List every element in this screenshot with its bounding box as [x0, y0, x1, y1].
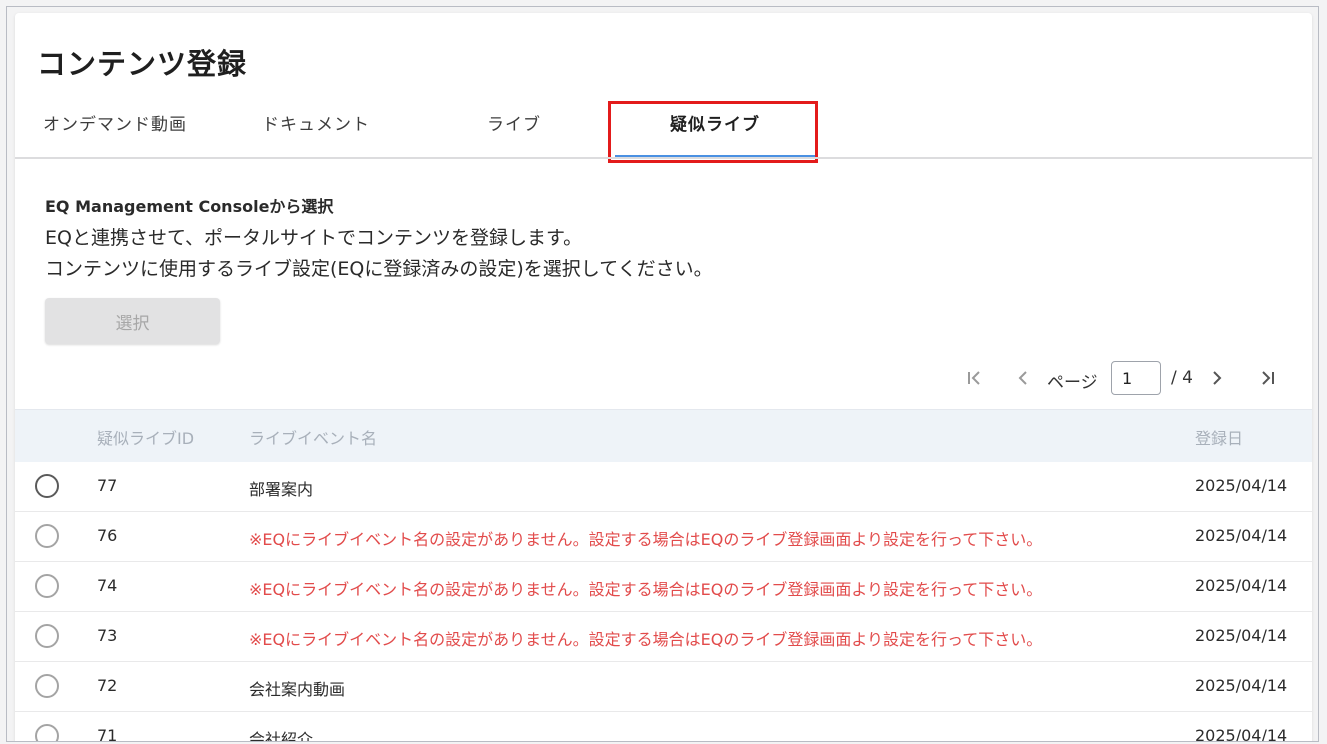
row-radio[interactable]	[35, 574, 59, 598]
row-name-warning: ※EQにライブイベント名の設定がありません。設定する場合はEQのライブ登録画面よ…	[249, 580, 1043, 599]
row-radio[interactable]	[35, 624, 59, 648]
row-date: 2025/04/14	[1195, 626, 1288, 645]
row-date: 2025/04/14	[1195, 726, 1288, 742]
row-id: 71	[97, 726, 118, 742]
tab-document[interactable]: ドキュメント	[241, 107, 391, 157]
intro-heading: EQ Management Consoleから選択	[45, 197, 334, 216]
header-name: ライブイベント名	[249, 429, 378, 448]
row-name-warning: ※EQにライブイベント名の設定がありません。設定する場合はEQのライブ登録画面よ…	[249, 630, 1043, 649]
row-name: 会社紹介	[249, 730, 314, 742]
table-row[interactable]: 76 ※EQにライブイベント名の設定がありません。設定する場合はEQのライブ登録…	[15, 512, 1312, 562]
page-total: / 4	[1171, 368, 1193, 388]
select-button[interactable]: 選択	[45, 298, 220, 344]
intro-line-1: EQと連携させて、ポータルサイトでコンテンツを登録します。	[45, 227, 583, 249]
row-id: 76	[97, 526, 118, 545]
row-name: 部署案内	[249, 480, 314, 499]
table-row[interactable]: 71 会社紹介 2025/04/14	[15, 712, 1312, 742]
row-id: 77	[97, 476, 118, 495]
row-id: 73	[97, 626, 118, 645]
table-row[interactable]: 73 ※EQにライブイベント名の設定がありません。設定する場合はEQのライブ登録…	[15, 612, 1312, 662]
table-row[interactable]: 72 会社案内動画 2025/04/14	[15, 662, 1312, 712]
intro-line-2: コンテンツに使用するライブ設定(EQに登録済みの設定)を選択してください。	[45, 258, 713, 280]
row-date: 2025/04/14	[1195, 476, 1288, 495]
tab-divider	[15, 157, 1312, 159]
intro-section: EQ Management Consoleから選択 EQと連携させて、ポータルサ…	[45, 193, 1045, 285]
content-card: コンテンツ登録 オンデマンド動画 ドキュメント ライブ 疑似ライブ EQ Man…	[15, 13, 1312, 742]
row-name: 会社案内動画	[249, 680, 346, 699]
row-radio[interactable]	[35, 724, 59, 741]
page-label: ページ	[1047, 373, 1098, 393]
table-header: 疑似ライブID ライブイベント名 登録日	[15, 409, 1312, 462]
page-number-input[interactable]	[1111, 361, 1161, 395]
chevron-right-icon[interactable]	[1205, 367, 1229, 391]
row-date: 2025/04/14	[1195, 526, 1288, 545]
tab-on-demand-video[interactable]: オンデマンド動画	[43, 107, 187, 157]
pagination: ページ / 4	[955, 361, 1295, 397]
table-row[interactable]: 74 ※EQにライブイベント名の設定がありません。設定する場合はEQのライブ登録…	[15, 562, 1312, 612]
tab-bar: オンデマンド動画 ドキュメント ライブ 疑似ライブ	[15, 101, 1312, 163]
row-date: 2025/04/14	[1195, 576, 1288, 595]
last-page-icon[interactable]	[1255, 367, 1279, 391]
window-frame: コンテンツ登録 オンデマンド動画 ドキュメント ライブ 疑似ライブ EQ Man…	[6, 6, 1319, 742]
first-page-icon[interactable]	[963, 367, 987, 391]
row-name-warning: ※EQにライブイベント名の設定がありません。設定する場合はEQのライブ登録画面よ…	[249, 530, 1043, 549]
header-date: 登録日	[1195, 429, 1244, 448]
chevron-left-icon[interactable]	[1011, 367, 1035, 391]
row-radio[interactable]	[35, 524, 59, 548]
row-date: 2025/04/14	[1195, 676, 1288, 695]
row-radio[interactable]	[35, 474, 59, 498]
row-id: 72	[97, 676, 118, 695]
page-title: コンテンツ登録	[37, 47, 248, 81]
pseudo-live-table: 疑似ライブID ライブイベント名 登録日 77 部署案内 2025/04/14 …	[15, 409, 1312, 742]
table-row[interactable]: 77 部署案内 2025/04/14	[15, 462, 1312, 512]
tab-live[interactable]: ライブ	[439, 107, 589, 157]
header-id: 疑似ライブID	[97, 429, 195, 448]
row-id: 74	[97, 576, 118, 595]
tab-pseudo-live[interactable]: 疑似ライブ	[615, 107, 815, 157]
row-radio[interactable]	[35, 674, 59, 698]
